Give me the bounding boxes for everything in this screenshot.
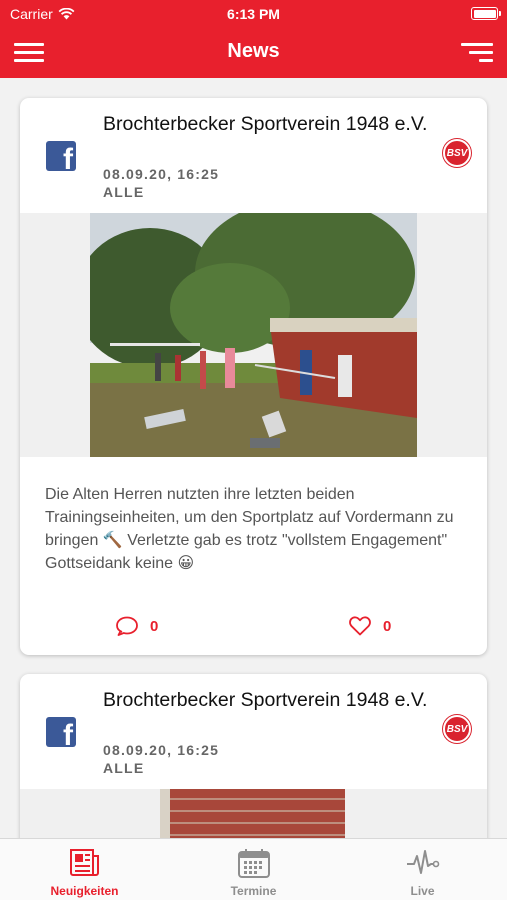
news-card[interactable]: f Brochterbecker Sportverein 1948 e.V. 0… [20, 674, 487, 838]
comment-count: 0 [150, 617, 159, 635]
club-logo: BSV [443, 139, 471, 167]
facebook-icon: f [46, 717, 76, 747]
calendar-icon [238, 849, 270, 878]
post-audience: ALLE [103, 184, 145, 200]
post-date: 08.09.20, 16:25 [103, 166, 220, 182]
filter-icon[interactable] [459, 42, 493, 64]
post-image-area [20, 213, 487, 457]
post-text: Die Alten Herren nutzten ihre letzten be… [45, 486, 454, 572]
tab-label: Neuigkeiten [50, 884, 119, 898]
status-bar: Carrier 6:13 PM [0, 0, 507, 28]
post-photo[interactable] [90, 789, 417, 838]
pulse-icon [407, 850, 440, 874]
post-image-area [20, 789, 487, 838]
news-card[interactable]: f Brochterbecker Sportverein 1948 e.V. 0… [20, 98, 487, 655]
like-button[interactable]: 0 [349, 616, 391, 636]
page-title: News [227, 40, 280, 62]
comment-button[interactable]: 0 [116, 616, 158, 636]
facebook-icon: f [46, 141, 76, 171]
post-actions: 0 0 [20, 616, 487, 646]
news-feed[interactable]: f Brochterbecker Sportverein 1948 e.V. 0… [0, 78, 507, 838]
tab-label: Termine [230, 884, 277, 898]
newspaper-icon [70, 849, 99, 876]
tab-label: Live [410, 884, 435, 898]
tab-termine[interactable]: Termine [169, 839, 338, 900]
club-logo: BSV [443, 715, 471, 743]
card-header: f Brochterbecker Sportverein 1948 e.V. 0… [20, 98, 487, 213]
post-author: Brochterbecker Sportverein 1948 e.V. [103, 689, 428, 711]
top-bar: Carrier 6:13 PM News [0, 0, 507, 78]
like-count: 0 [383, 617, 392, 635]
comment-icon [116, 616, 138, 636]
post-audience: ALLE [103, 760, 145, 776]
card-header: f Brochterbecker Sportverein 1948 e.V. 0… [20, 674, 487, 789]
tab-neuigkeiten[interactable]: Neuigkeiten [0, 839, 169, 900]
nav-bar: News [0, 28, 507, 78]
heart-icon [349, 616, 371, 636]
post-author: Brochterbecker Sportverein 1948 e.V. [103, 113, 428, 135]
tab-bar: Neuigkeiten Termine Live [0, 838, 507, 900]
status-time: 6:13 PM [227, 6, 280, 22]
post-date: 08.09.20, 16:25 [103, 742, 220, 758]
post-photo[interactable] [90, 213, 417, 457]
battery-icon [471, 7, 501, 20]
tab-live[interactable]: Live [338, 839, 507, 900]
